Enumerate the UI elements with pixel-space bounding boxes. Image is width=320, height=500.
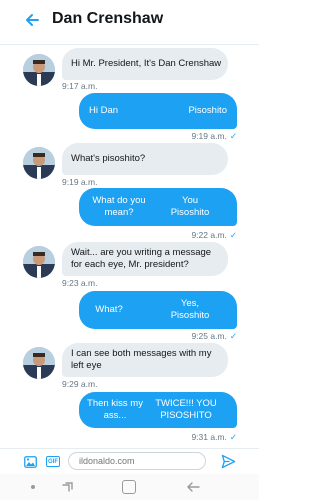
avatar[interactable] bbox=[23, 147, 55, 179]
message-text-left: Hi Dan bbox=[89, 105, 119, 116]
recent-apps-icon[interactable] bbox=[61, 481, 74, 494]
message-text-left: What do you mean? bbox=[92, 195, 146, 218]
message-timestamp: 9:22 a.m. ✓ bbox=[191, 230, 237, 240]
conversation-title: Dan Crenshaw bbox=[52, 10, 164, 27]
message-timestamp: 9:19 a.m. bbox=[62, 177, 98, 187]
outgoing-message[interactable]: Hi Dan Pisoshito bbox=[79, 93, 237, 129]
incoming-message[interactable]: What's pisoshito? bbox=[62, 143, 228, 175]
message-text-right: Pisoshito bbox=[188, 105, 227, 116]
message-timestamp: 9:29 a.m. bbox=[62, 379, 98, 389]
message-composer: GIF bbox=[0, 448, 259, 475]
sent-check-icon: ✓ bbox=[229, 331, 237, 341]
outgoing-message[interactable]: What? Yes, Pisoshito bbox=[79, 291, 237, 329]
message-timestamp: 9:23 a.m. bbox=[62, 278, 98, 288]
outgoing-message[interactable]: Then kiss my ass... TWICE!!! YOU PISOSHI… bbox=[79, 392, 237, 428]
outgoing-message[interactable]: What do you mean? You Pisoshito bbox=[79, 188, 237, 226]
message-list: Hi Mr. President, It's Dan Crenshaw 9:17… bbox=[0, 44, 259, 448]
message-text: Hi Mr. President, It's Dan Crenshaw bbox=[71, 58, 222, 69]
back-icon[interactable] bbox=[186, 481, 200, 493]
message-input[interactable] bbox=[68, 452, 206, 470]
incoming-message[interactable]: Wait... are you writing a message for ea… bbox=[62, 242, 228, 276]
message-text: left eye bbox=[71, 360, 102, 371]
message-timestamp: 9:31 a.m. ✓ bbox=[191, 432, 237, 442]
message-timestamp: 9:17 a.m. bbox=[62, 81, 98, 91]
message-text: for each eye, Mr. president? bbox=[71, 259, 189, 270]
message-text-left: Then kiss my ass... bbox=[87, 398, 143, 421]
message-text-right: You Pisoshito bbox=[170, 195, 210, 218]
incoming-message[interactable]: Hi Mr. President, It's Dan Crenshaw bbox=[62, 48, 228, 80]
incoming-message[interactable]: I can see both messages with my left eye bbox=[62, 343, 228, 377]
dot-icon[interactable] bbox=[31, 485, 35, 489]
message-text: I can see both messages with my bbox=[71, 348, 212, 359]
message-text-left: What? bbox=[95, 304, 123, 315]
sent-check-icon: ✓ bbox=[229, 432, 237, 442]
image-icon[interactable] bbox=[24, 456, 37, 468]
home-icon[interactable] bbox=[122, 480, 136, 494]
avatar[interactable] bbox=[23, 347, 55, 379]
back-arrow-icon[interactable] bbox=[22, 10, 42, 30]
message-text: Wait... are you writing a message bbox=[71, 247, 212, 258]
gif-icon[interactable]: GIF bbox=[46, 456, 60, 467]
conversation-header: Dan Crenshaw bbox=[0, 0, 259, 45]
sent-check-icon: ✓ bbox=[229, 230, 237, 240]
avatar[interactable] bbox=[23, 54, 55, 86]
sent-check-icon: ✓ bbox=[229, 131, 237, 141]
message-timestamp: 9:19 a.m. ✓ bbox=[191, 131, 237, 141]
avatar[interactable] bbox=[23, 246, 55, 278]
system-navigation-bar bbox=[0, 474, 259, 500]
send-icon[interactable] bbox=[221, 454, 236, 469]
message-timestamp: 9:25 a.m. ✓ bbox=[191, 331, 237, 341]
message-text-right: TWICE!!! YOU PISOSHITO bbox=[155, 398, 217, 421]
message-text: What's pisoshito? bbox=[71, 153, 146, 164]
message-text-right: Yes, Pisoshito bbox=[170, 298, 210, 321]
